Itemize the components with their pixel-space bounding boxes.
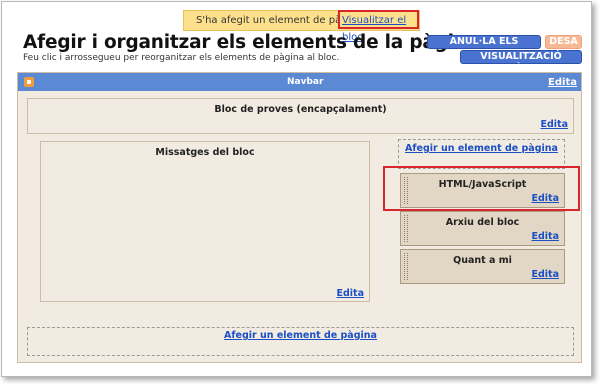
blog-posts-block: Missatges del bloc Edita: [40, 141, 370, 302]
navbar-section: Navbar Edita: [18, 73, 581, 91]
layout-editor-window: S'ha afegit un element de pàgina. Visual…: [1, 1, 592, 377]
navbar-edit-link[interactable]: Edita: [548, 74, 577, 92]
gadget-edit-link[interactable]: Edita: [532, 231, 560, 242]
page-subtitle: Feu clic i arrossegueu per reorganitzar …: [23, 53, 340, 63]
highlight-box: [383, 166, 580, 211]
navbar-label: Navbar: [287, 77, 324, 87]
gadget-about-me[interactable]: Quant a mi Edita: [400, 249, 565, 284]
gadget-title: Arxiu del bloc: [445, 217, 520, 228]
blogger-icon: [24, 77, 34, 87]
gadget-title: Quant a mi: [453, 255, 512, 266]
header-block-edit-link[interactable]: Edita: [541, 119, 569, 130]
gadget-edit-link[interactable]: Edita: [532, 269, 560, 280]
blog-posts-title: Missatges del bloc: [155, 147, 255, 158]
clear-edits-button[interactable]: ANUL·LA ELS CANVIS: [427, 35, 541, 59]
layout-canvas: Navbar Edita Bloc de proves (encapçalame…: [17, 72, 582, 363]
preview-button[interactable]: VISUALITZACIÓ PRÈVIA: [460, 50, 582, 74]
header-block: Bloc de proves (encapçalament) Edita: [27, 98, 574, 134]
view-blog-link[interactable]: Visualitzar el bloc: [338, 10, 419, 43]
footer-add-element-link[interactable]: Afegir un element de pàgina: [27, 327, 574, 356]
page-title: Afegir i organitzar els elements de la p…: [23, 32, 480, 53]
gadget-blog-archive[interactable]: Arxiu del bloc Edita: [400, 211, 565, 246]
notification-bar: S'ha afegit un element de pàgina. Visual…: [183, 10, 420, 43]
sidebar-add-element-link[interactable]: Afegir un element de pàgina: [398, 139, 565, 169]
save-button[interactable]: DESA: [545, 35, 582, 49]
blog-posts-edit-link[interactable]: Edita: [337, 288, 365, 299]
header-block-title: Bloc de proves (encapçalament): [214, 104, 387, 115]
